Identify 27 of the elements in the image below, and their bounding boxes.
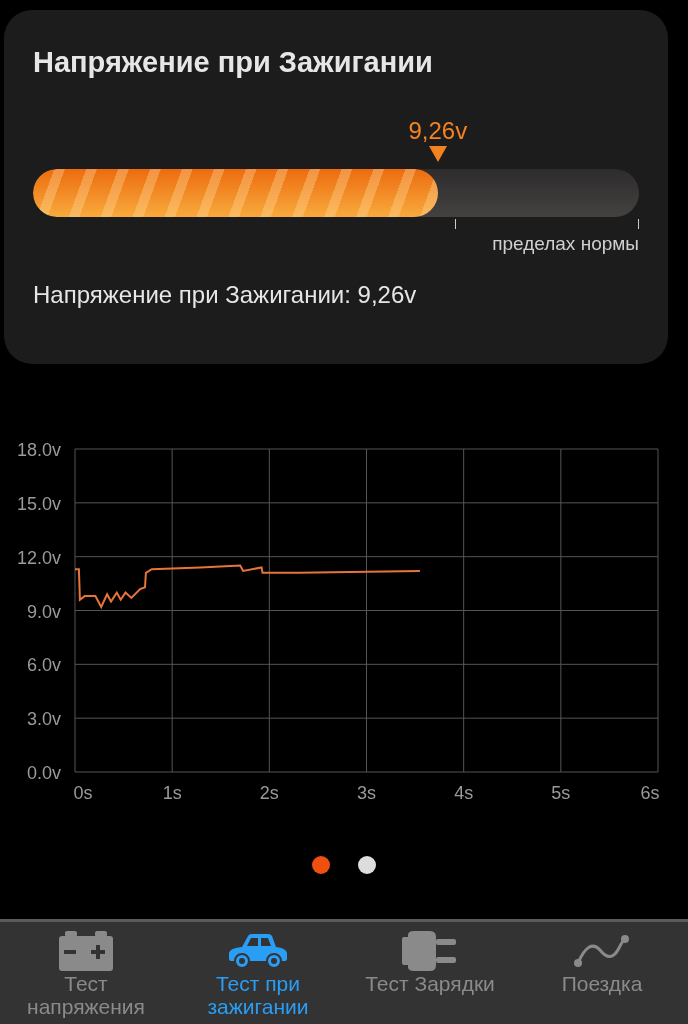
- x-axis-label: 2s: [259, 783, 279, 804]
- x-axis-label: 5s: [551, 783, 571, 804]
- card-title: Напряжение при Зажигании: [33, 48, 434, 77]
- y-axis-label: 6.0v: [26, 655, 61, 676]
- battery-icon: [59, 931, 113, 972]
- marker-value: 9,26v: [408, 119, 468, 143]
- nav-tab[interactable]: Поездка: [516, 922, 688, 1024]
- y-axis-label: 15.0v: [16, 494, 61, 515]
- y-axis-label: 0.0v: [26, 763, 61, 784]
- x-axis-label: 4s: [454, 783, 474, 804]
- plug-icon: [402, 931, 458, 972]
- marker-icon: [428, 146, 447, 162]
- nav-tab[interactable]: Тест напряжения: [0, 922, 172, 1024]
- y-axis-label: 3.0v: [26, 709, 61, 730]
- nav-tab[interactable]: Тест при зажигании: [172, 922, 344, 1024]
- x-axis-label: 1s: [162, 783, 182, 804]
- y-axis-label: 9.0v: [26, 601, 61, 622]
- x-axis-label: 3s: [357, 783, 376, 804]
- route-icon: [573, 934, 631, 969]
- car-icon: [228, 933, 288, 970]
- voltage-reading: Напряжение при Зажигании: 9,26v: [33, 280, 418, 310]
- y-axis-label: 18.0v: [16, 440, 61, 461]
- x-axis-label: 0s: [73, 783, 93, 804]
- x-axis-label: 6s: [640, 783, 660, 804]
- y-axis-label: 12.0v: [16, 547, 61, 568]
- range-label: пределах нормы: [491, 234, 639, 253]
- nav-tab[interactable]: Тест Зарядки: [344, 922, 516, 1024]
